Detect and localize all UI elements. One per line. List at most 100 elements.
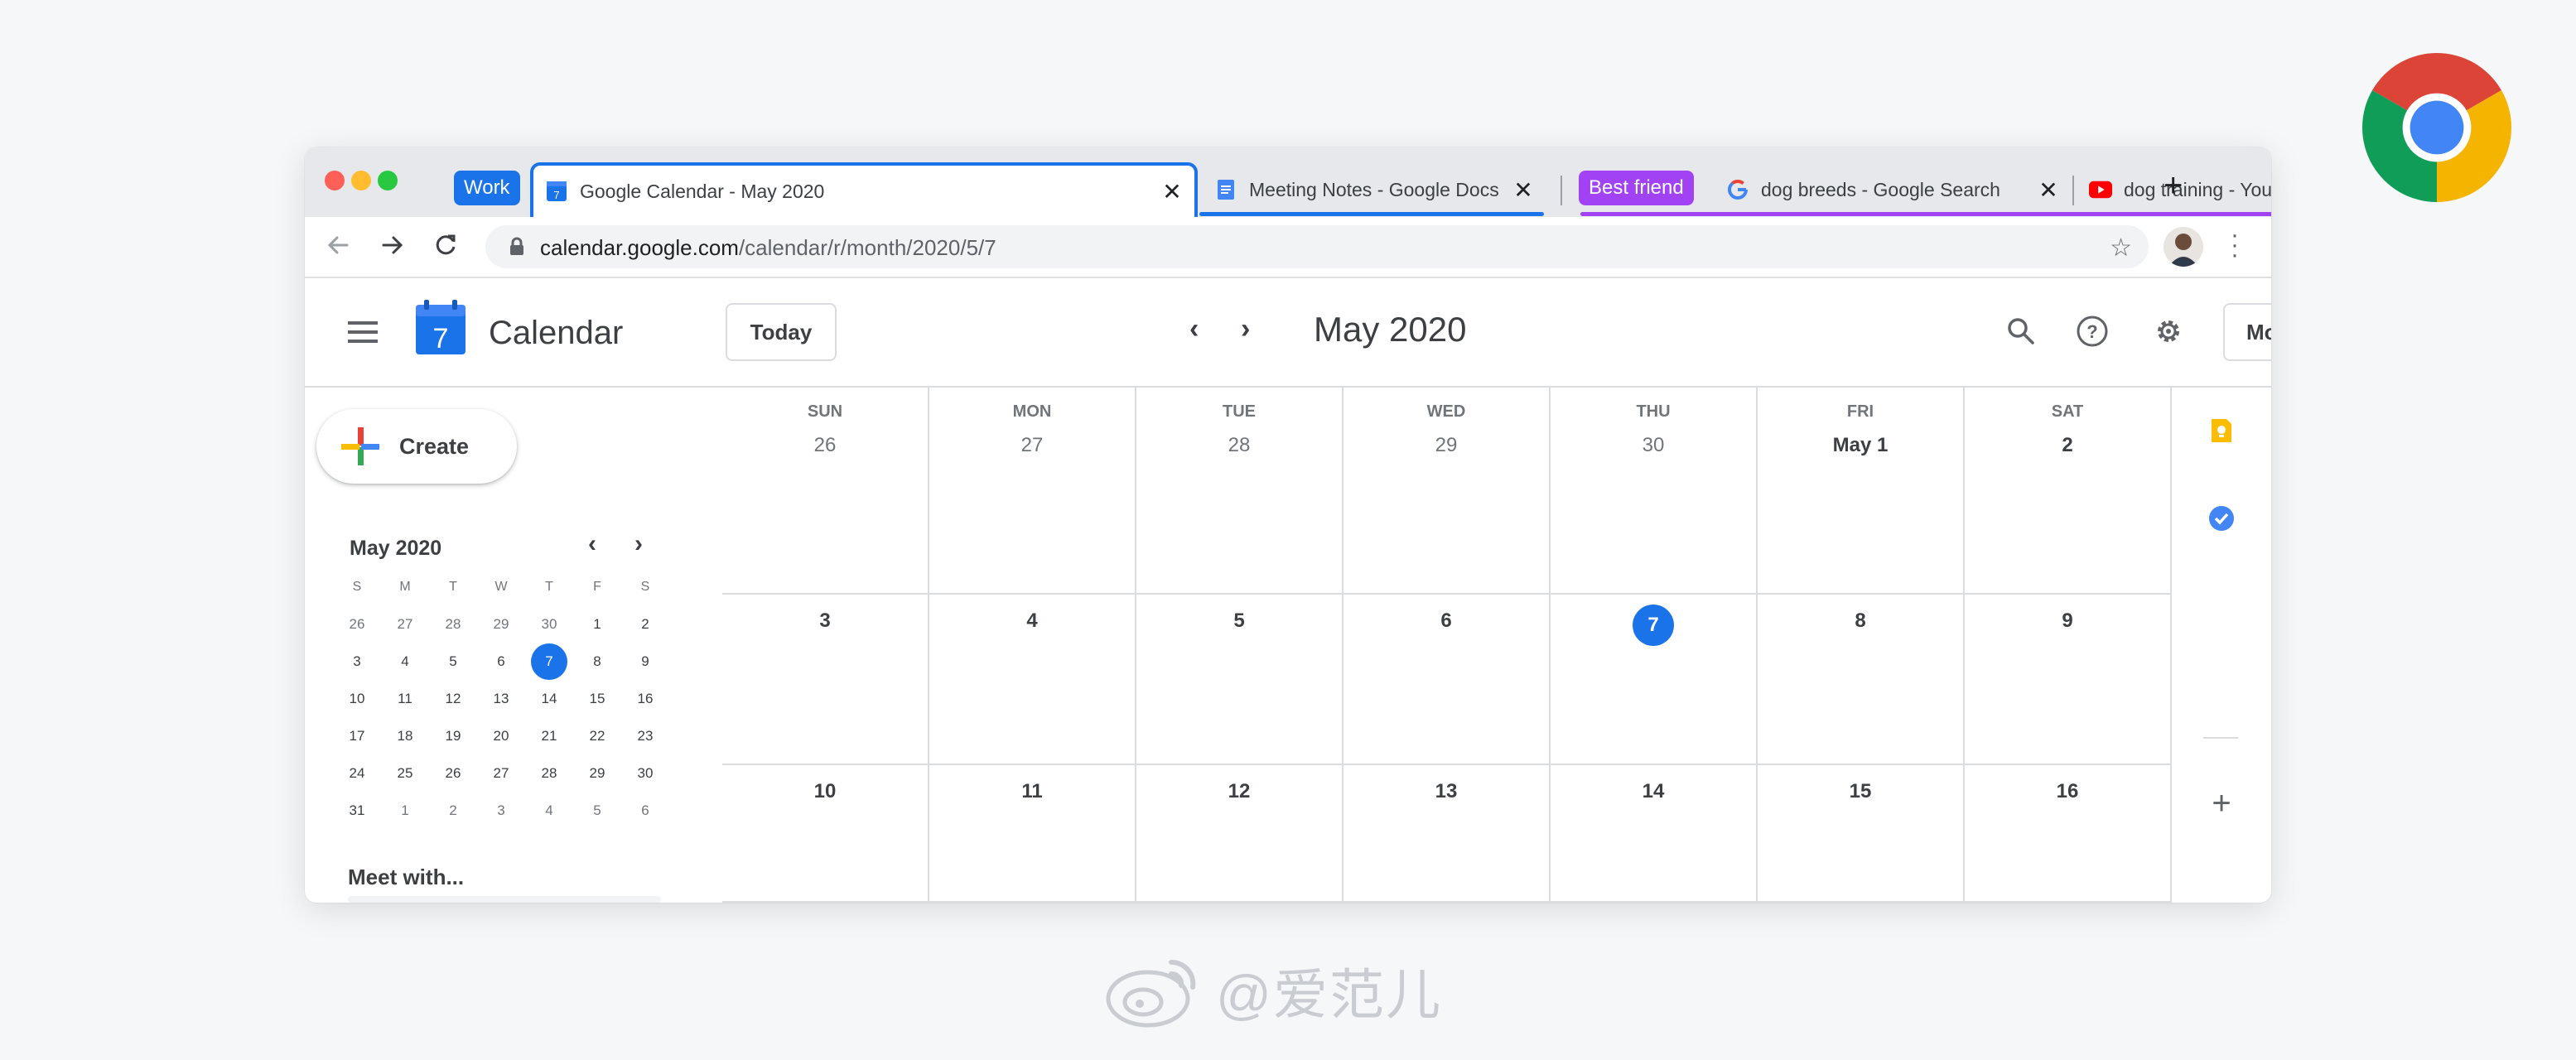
date-label[interactable]: 12 <box>1136 780 1342 803</box>
day-cell[interactable]: 13 <box>1343 765 1551 903</box>
close-window-button[interactable] <box>325 171 345 190</box>
date-label[interactable]: 4 <box>929 610 1135 633</box>
date-label[interactable]: 3 <box>722 610 928 633</box>
mini-day[interactable]: 13 <box>477 680 525 717</box>
tasks-icon[interactable] <box>2207 504 2236 533</box>
day-cell[interactable]: 5 <box>1136 595 1343 765</box>
tab-close-icon[interactable]: ✕ <box>2036 176 2061 204</box>
day-cell[interactable]: 7 <box>1551 595 1758 765</box>
tab-close-icon[interactable]: ✕ <box>1160 178 1184 205</box>
day-cell[interactable]: 15 <box>1758 765 1965 903</box>
mini-day[interactable]: 5 <box>573 792 621 829</box>
mini-day[interactable]: 7 <box>525 643 573 680</box>
tab-close-icon[interactable]: ✕ <box>1511 176 1536 204</box>
date-label[interactable]: 2 <box>1965 434 2170 457</box>
reload-button[interactable] <box>429 229 462 262</box>
meet-with-search-field[interactable] <box>348 896 661 903</box>
day-cell[interactable]: 6 <box>1343 595 1551 765</box>
mini-day[interactable]: 29 <box>573 754 621 792</box>
mini-day[interactable]: 26 <box>429 754 477 792</box>
mini-day[interactable]: 2 <box>429 792 477 829</box>
mini-prev-month-button[interactable]: ‹ <box>588 530 596 558</box>
day-cell[interactable]: SAT 2 <box>1965 388 2172 595</box>
mini-day[interactable]: 16 <box>621 680 669 717</box>
settings-gear-icon[interactable] <box>2150 313 2187 349</box>
mini-day[interactable]: 5 <box>429 643 477 680</box>
day-cell[interactable]: 10 <box>722 765 929 903</box>
day-cell[interactable]: 11 <box>929 765 1136 903</box>
date-label[interactable]: 15 <box>1758 780 1963 803</box>
day-cell[interactable]: TUE 28 <box>1136 388 1343 595</box>
today-button[interactable]: Today <box>726 303 837 361</box>
mini-day[interactable]: 6 <box>621 792 669 829</box>
next-month-button[interactable]: › <box>1241 313 1250 345</box>
forward-button[interactable] <box>376 229 409 262</box>
day-cell[interactable]: 3 <box>722 595 929 765</box>
day-cell[interactable]: WED 29 <box>1343 388 1551 595</box>
mini-day[interactable]: 23 <box>621 717 669 754</box>
mini-day[interactable]: 31 <box>333 792 381 829</box>
day-cell[interactable]: 9 <box>1965 595 2172 765</box>
mini-day[interactable]: 30 <box>525 605 573 643</box>
day-cell[interactable]: 16 <box>1965 765 2172 903</box>
day-cell[interactable]: THU 30 <box>1551 388 1758 595</box>
mini-day[interactable]: 20 <box>477 717 525 754</box>
mini-day[interactable]: 12 <box>429 680 477 717</box>
mini-next-month-button[interactable]: › <box>634 530 643 558</box>
mini-day[interactable]: 17 <box>333 717 381 754</box>
create-button[interactable]: Create <box>316 409 517 484</box>
mini-day[interactable]: 4 <box>381 643 429 680</box>
date-label[interactable]: 13 <box>1343 780 1549 803</box>
date-label[interactable]: 6 <box>1343 610 1549 633</box>
day-cell[interactable]: 4 <box>929 595 1136 765</box>
tab-dog-breeds[interactable]: dog breeds - Google Search ✕ <box>1715 162 2071 217</box>
mini-day[interactable]: 11 <box>381 680 429 717</box>
mini-day[interactable]: 6 <box>477 643 525 680</box>
mini-day[interactable]: 10 <box>333 680 381 717</box>
mini-day[interactable]: 28 <box>429 605 477 643</box>
mini-day[interactable]: 22 <box>573 717 621 754</box>
browser-menu-icon[interactable]: · · · <box>2226 223 2243 267</box>
mini-day[interactable]: 29 <box>477 605 525 643</box>
mini-day[interactable]: 15 <box>573 680 621 717</box>
mini-day[interactable]: 30 <box>621 754 669 792</box>
day-cell[interactable]: MON 27 <box>929 388 1136 595</box>
previous-month-button[interactable]: ‹ <box>1189 313 1199 345</box>
date-label[interactable]: 10 <box>722 780 928 803</box>
profile-avatar[interactable] <box>2164 227 2203 267</box>
mini-day[interactable]: 8 <box>573 643 621 680</box>
date-label[interactable]: 16 <box>1965 780 2170 803</box>
day-cell[interactable]: 12 <box>1136 765 1343 903</box>
day-cell[interactable]: SUN 26 <box>722 388 929 595</box>
date-label[interactable]: 11 <box>929 780 1135 803</box>
date-label[interactable]: 27 <box>929 434 1135 457</box>
tab-google-calendar[interactable]: 7 Google Calendar - May 2020 ✕ <box>530 162 1198 217</box>
date-label[interactable]: 8 <box>1758 610 1963 633</box>
tab-group-best-friend[interactable]: Best friend <box>1579 171 1694 205</box>
mini-day[interactable]: 26 <box>333 605 381 643</box>
date-label[interactable]: 28 <box>1136 434 1342 457</box>
keep-notes-icon[interactable] <box>2207 416 2236 446</box>
tab-group-work[interactable]: Work <box>454 171 520 205</box>
mini-day[interactable]: 21 <box>525 717 573 754</box>
mini-day[interactable]: 2 <box>621 605 669 643</box>
new-tab-button[interactable]: + <box>2164 169 2183 202</box>
minimize-window-button[interactable] <box>351 171 371 190</box>
mini-day[interactable]: 18 <box>381 717 429 754</box>
mini-day[interactable]: 28 <box>525 754 573 792</box>
search-icon[interactable] <box>2003 313 2039 349</box>
date-label[interactable]: May 1 <box>1758 434 1963 457</box>
mini-day[interactable]: 4 <box>525 792 573 829</box>
mini-day[interactable]: 9 <box>621 643 669 680</box>
date-label[interactable]: 26 <box>722 434 928 457</box>
mini-day[interactable]: 14 <box>525 680 573 717</box>
mini-day[interactable]: 3 <box>333 643 381 680</box>
main-menu-icon[interactable] <box>348 320 381 344</box>
mini-day[interactable]: 24 <box>333 754 381 792</box>
add-addon-button[interactable]: + <box>2205 785 2238 822</box>
help-icon[interactable]: ? <box>2074 313 2110 349</box>
mini-day[interactable]: 19 <box>429 717 477 754</box>
mini-day[interactable]: 3 <box>477 792 525 829</box>
mini-day[interactable]: 25 <box>381 754 429 792</box>
tab-meeting-notes[interactable]: Meeting Notes - Google Docs ✕ <box>1203 162 1546 217</box>
